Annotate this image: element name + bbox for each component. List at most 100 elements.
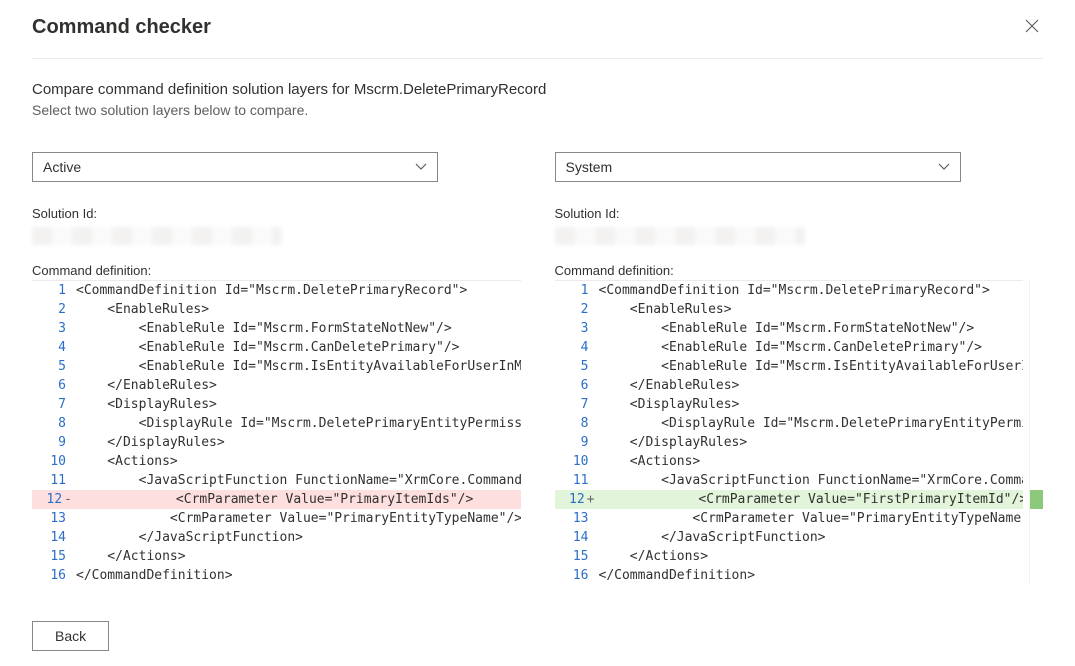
back-button[interactable]: Back: [32, 621, 109, 651]
minimap-cell: [1030, 471, 1043, 490]
code-text: <JavaScriptFunction FunctionName="XrmCor…: [599, 471, 1024, 490]
code-text: <CrmParameter Value="PrimaryEntityTypeNa…: [599, 509, 1024, 528]
minimap-cell: [1030, 318, 1043, 337]
line-number: 2: [555, 300, 599, 319]
line-number: 5: [555, 357, 599, 376]
line-number: 16: [555, 566, 599, 585]
left-command-def-label: Command definition:: [32, 263, 521, 278]
right-layer-dropdown[interactable]: System: [555, 152, 961, 182]
line-number: 2: [32, 300, 76, 319]
code-text: </JavaScriptFunction>: [76, 528, 303, 547]
line-number: 15: [555, 547, 599, 566]
line-number: 7: [32, 395, 76, 414]
line-number: 9: [32, 433, 76, 452]
modal-header: Command checker: [32, 0, 1043, 59]
left-dropdown-value: Active: [43, 159, 81, 175]
code-line: 4 <EnableRule Id="Mscrm.CanDeletePrimary…: [555, 338, 1024, 357]
right-solution-id-value: [555, 227, 805, 245]
code-line: 3 <EnableRule Id="Mscrm.FormStateNotNew"…: [32, 319, 521, 338]
code-line: 2 <EnableRules>: [555, 300, 1024, 319]
line-number: 6: [555, 376, 599, 395]
line-number: 4: [32, 338, 76, 357]
compare-heading: Compare command definition solution laye…: [32, 81, 1043, 98]
close-icon[interactable]: [1021, 14, 1043, 40]
minimap-cell: [1030, 394, 1043, 413]
code-line: 6 </EnableRules>: [555, 376, 1024, 395]
minimap-cell: [1030, 490, 1043, 509]
left-pane: Active Solution Id: Command definition: …: [32, 152, 521, 585]
minimap-cell: [1030, 280, 1043, 299]
line-number: 1: [555, 281, 599, 300]
left-solution-id-value: [32, 227, 282, 245]
code-text: </JavaScriptFunction>: [599, 528, 826, 547]
minimap-cell: [1030, 375, 1043, 394]
line-number: 4: [555, 338, 599, 357]
code-line: 4 <EnableRule Id="Mscrm.CanDeletePrimary…: [32, 338, 521, 357]
right-solution-id-label: Solution Id:: [555, 206, 1044, 221]
line-number: 1: [32, 281, 76, 300]
code-line: 10 <Actions>: [32, 452, 521, 471]
left-code-editor[interactable]: 1<CommandDefinition Id="Mscrm.DeletePrim…: [32, 280, 521, 585]
line-number: 14: [555, 528, 599, 547]
line-number: 13: [555, 509, 599, 528]
minimap-cell: [1030, 452, 1043, 471]
compare-prefix: Compare command definition solution laye…: [32, 81, 354, 98]
code-text: <EnableRules>: [599, 300, 732, 319]
code-text: <CrmParameter Value="PrimaryEntityTypeNa…: [76, 509, 521, 528]
line-number: 13: [32, 509, 76, 528]
code-text: <EnableRules>: [76, 300, 209, 319]
code-text: <EnableRule Id="Mscrm.IsEntityAvailableF…: [76, 357, 521, 376]
code-line: 7 <DisplayRules>: [555, 395, 1024, 414]
code-text: <EnableRule Id="Mscrm.CanDeletePrimary"/…: [599, 338, 983, 357]
line-number: 9: [555, 433, 599, 452]
code-line: 9 </DisplayRules>: [32, 433, 521, 452]
minimap-cell: [1030, 356, 1043, 375]
line-number: 10: [555, 452, 599, 471]
line-number: 11: [32, 471, 76, 490]
code-line: 9 </DisplayRules>: [555, 433, 1024, 452]
code-line: 11 <JavaScriptFunction FunctionName="Xrm…: [555, 471, 1024, 490]
code-text: <DisplayRule Id="Mscrm.DeletePrimaryEnti…: [599, 414, 1024, 433]
line-number: 7: [555, 395, 599, 414]
code-text: </DisplayRules>: [599, 433, 748, 452]
modal-title: Command checker: [32, 16, 211, 39]
chevron-down-icon: [938, 160, 950, 174]
code-line: 16</CommandDefinition>: [32, 566, 521, 585]
code-text: </EnableRules>: [599, 376, 740, 395]
code-line: 13 <CrmParameter Value="PrimaryEntityTyp…: [32, 509, 521, 528]
code-line: 8 <DisplayRule Id="Mscrm.DeletePrimaryEn…: [32, 414, 521, 433]
code-text: <EnableRule Id="Mscrm.IsEntityAvailableF…: [599, 357, 1024, 376]
code-line: 11 <JavaScriptFunction FunctionName="Xrm…: [32, 471, 521, 490]
code-text: <CommandDefinition Id="Mscrm.DeletePrima…: [76, 281, 467, 300]
line-number: 8: [555, 414, 599, 433]
line-number: 8: [32, 414, 76, 433]
code-text: <DisplayRule Id="Mscrm.DeletePrimaryEnti…: [76, 414, 521, 433]
line-number: 12+: [555, 490, 605, 509]
diff-minimap[interactable]: [1029, 280, 1043, 585]
code-line: 2 <EnableRules>: [32, 300, 521, 319]
code-text: <EnableRule Id="Mscrm.FormStateNotNew"/>: [599, 319, 975, 338]
code-line: 15 </Actions>: [555, 547, 1024, 566]
line-number: 6: [32, 376, 76, 395]
minimap-cell: [1030, 413, 1043, 432]
left-layer-dropdown[interactable]: Active: [32, 152, 438, 182]
footer: Back: [32, 585, 1043, 651]
code-text: </Actions>: [76, 547, 186, 566]
code-text: </Actions>: [599, 547, 709, 566]
diff-panes: Active Solution Id: Command definition: …: [32, 152, 1043, 585]
minimap-cell: [1030, 547, 1043, 566]
code-text: <JavaScriptFunction FunctionName="XrmCor…: [76, 471, 521, 490]
minimap-cell: [1030, 566, 1043, 585]
code-line: 8 <DisplayRule Id="Mscrm.DeletePrimaryEn…: [555, 414, 1024, 433]
minimap-cell: [1030, 433, 1043, 452]
code-text: <EnableRule Id="Mscrm.CanDeletePrimary"/…: [76, 338, 460, 357]
line-number: 10: [32, 452, 76, 471]
command-checker-modal: Command checker Compare command definiti…: [0, 0, 1075, 651]
code-line: 10 <Actions>: [555, 452, 1024, 471]
code-text: </EnableRules>: [76, 376, 217, 395]
right-code-editor[interactable]: 1<CommandDefinition Id="Mscrm.DeletePrim…: [555, 280, 1024, 585]
line-number: 14: [32, 528, 76, 547]
code-text: <CrmParameter Value="PrimaryItemIds"/>: [82, 490, 473, 509]
subtitle-block: Compare command definition solution laye…: [32, 59, 1043, 124]
code-line: 13 <CrmParameter Value="PrimaryEntityTyp…: [555, 509, 1024, 528]
